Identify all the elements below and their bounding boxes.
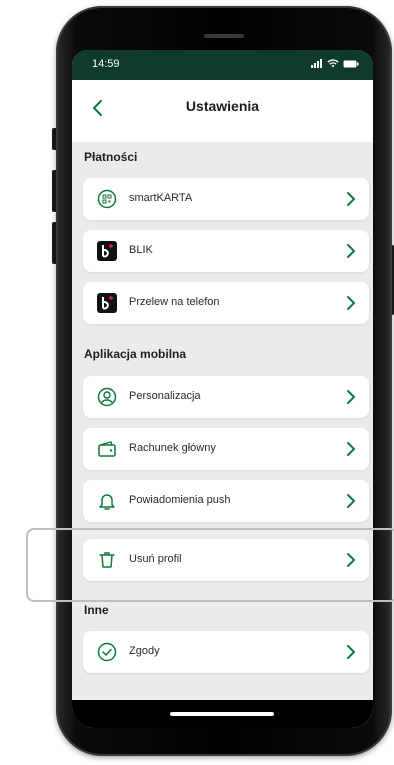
section-label-other: Inne	[84, 603, 109, 617]
wallet-icon	[98, 441, 116, 457]
chevron-right-icon	[347, 645, 355, 659]
battery-icon	[343, 60, 359, 67]
app-header: Ustawienia	[72, 80, 373, 142]
section-label-payments: Płatności	[84, 150, 138, 164]
settings-item-label: Zgody	[129, 645, 160, 657]
home-bar	[72, 700, 373, 728]
qr-card-icon	[97, 189, 117, 209]
system-icons	[311, 59, 359, 68]
settings-item-blik[interactable]: BLIK	[83, 230, 369, 272]
blik-icon	[97, 241, 117, 261]
status-bar: 14:59	[72, 50, 373, 80]
status-time: 14:59	[92, 58, 120, 70]
settings-item-przelew-na-telefon[interactable]: Przelew na telefon	[83, 282, 369, 324]
settings-item-zgody[interactable]: Zgody	[83, 631, 369, 673]
page-title: Ustawienia	[185, 98, 260, 114]
phone-speaker	[204, 34, 244, 38]
blik-icon	[97, 293, 117, 313]
home-indicator[interactable]	[170, 712, 274, 716]
chevron-right-icon	[347, 296, 355, 310]
settings-item-personalizacja[interactable]: Personalizacja	[83, 376, 369, 418]
highlight-frame	[26, 528, 394, 602]
settings-item-label: Przelew na telefon	[129, 296, 220, 308]
app-screen: 14:59 Ustawienia Płatności smartKARTA BL…	[72, 50, 373, 728]
wifi-icon	[327, 59, 339, 68]
chevron-right-icon	[347, 244, 355, 258]
settings-item-smartkarta[interactable]: smartKARTA	[83, 178, 369, 220]
settings-item-label: Powiadomienia push	[129, 494, 231, 506]
settings-item-powiadomienia-push[interactable]: Powiadomienia push	[83, 480, 369, 522]
settings-item-label: Personalizacja	[129, 390, 201, 402]
settings-item-label: Rachunek główny	[129, 442, 216, 454]
section-label-mobile: Aplikacja mobilna	[84, 347, 187, 361]
chevron-right-icon	[347, 390, 355, 404]
person-icon	[97, 387, 117, 407]
chevron-right-icon	[347, 192, 355, 206]
settings-item-rachunek-glowny[interactable]: Rachunek główny	[83, 428, 369, 470]
chevron-right-icon	[347, 494, 355, 508]
check-circle-icon	[97, 642, 117, 662]
settings-item-label: BLIK	[129, 244, 153, 256]
bell-icon	[99, 494, 115, 510]
chevron-right-icon	[347, 442, 355, 456]
settings-item-label: smartKARTA	[129, 192, 193, 204]
signal-icon	[311, 59, 322, 68]
